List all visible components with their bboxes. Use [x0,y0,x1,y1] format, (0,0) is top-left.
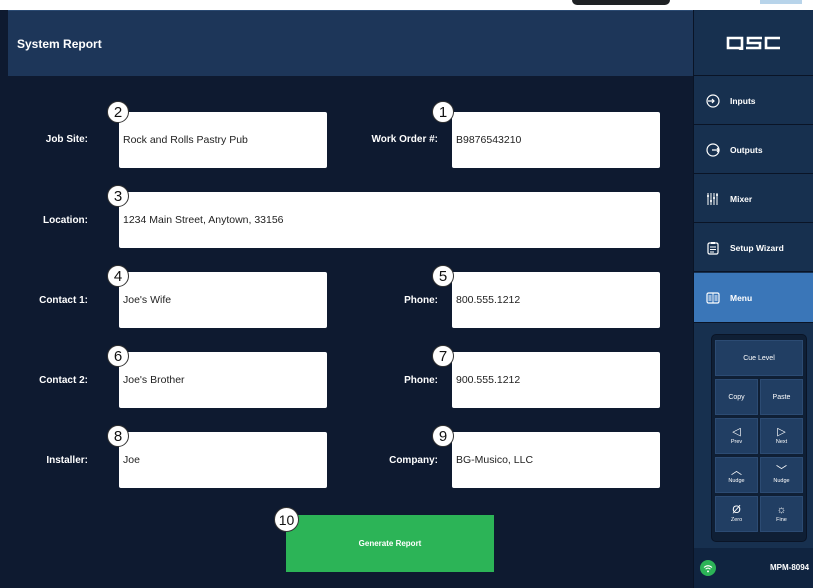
paste-label: Paste [772,393,791,401]
phone-1-label: Phone: [404,295,438,306]
zero-label: Zero [730,517,743,523]
nudge-down-label: Nudge [773,478,790,484]
installer-label: Installer: [46,455,88,466]
phone-1-field[interactable]: 800.555.1212 [452,272,660,328]
device-name: MPM-8094 [770,563,810,572]
zero-button[interactable]: Ø Zero [715,496,758,532]
qsc-logo-mark [726,36,780,50]
prev-button[interactable]: ◁ Prev [715,418,758,454]
chevron-up-icon: ︿ [731,465,742,477]
contact-1-field[interactable]: Joe's Wife [119,272,327,328]
badge-2: 2 [107,101,129,123]
cue-level-label: Cue Level [743,354,775,362]
input-icon [706,93,720,108]
output-icon [706,142,720,157]
fine-button[interactable]: ☼ Fine [760,496,803,532]
wifi-icon [700,560,716,576]
status-bar: MPM-8094 [694,548,813,588]
control-keypad: Cue Level Copy Paste ◁ Prev ▷ Next ︿ Nud… [711,334,807,542]
triangle-left-icon: ◁ [732,426,741,438]
next-label: Next [775,439,788,445]
qsc-logo [694,10,813,76]
gear-icon: ☼ [776,504,787,516]
work-order-field[interactable]: B9876543210 [452,112,660,168]
contact-2-label: Contact 2: [39,375,88,386]
sidebar-item-label: Inputs [730,95,756,106]
badge-4: 4 [107,265,129,287]
menu-icon [706,291,720,305]
nudge-up-button[interactable]: ︿ Nudge [715,457,758,493]
badge-9: 9 [432,425,454,447]
copy-label: Copy [728,393,745,401]
clipboard-icon [706,241,720,255]
top-handle [572,0,670,5]
paste-button[interactable]: Paste [760,379,803,415]
nudge-down-button[interactable]: ﹀ Nudge [760,457,803,493]
contact-1-label: Contact 1: [39,295,88,306]
sidebar-item-inputs[interactable]: Inputs [694,77,813,125]
badge-7: 7 [432,345,454,367]
badge-8: 8 [107,425,129,447]
sidebar-item-outputs[interactable]: Outputs [694,126,813,174]
page-title: System Report [17,37,102,51]
fine-label: Fine [776,517,787,523]
job-site-field[interactable]: Rock and Rolls Pastry Pub [119,112,327,168]
sidebar-item-setup-wizard[interactable]: Setup Wizard [694,224,813,272]
badge-3: 3 [107,185,129,207]
sidebar: Inputs Outputs Mixer Setup Wizard Menu C… [693,10,813,588]
sidebar-item-menu[interactable]: Menu [694,273,813,323]
company-label: Company: [389,455,438,466]
chevron-down-icon: ﹀ [776,465,787,477]
job-site-label: Job Site: [45,134,88,145]
company-field[interactable]: BG-Musico, LLC [452,432,660,488]
sidebar-item-label: Outputs [730,144,763,155]
top-status-strip [0,0,813,10]
prev-label: Prev [730,439,743,445]
work-order-label: Work Order #: [371,134,439,145]
nudge-up-label: Nudge [728,478,745,484]
location-label: Location: [43,215,88,226]
sidebar-item-label: Mixer [730,193,753,204]
top-indicator [760,0,802,4]
next-button[interactable]: ▷ Next [760,418,803,454]
badge-6: 6 [107,345,129,367]
badge-5: 5 [432,265,454,287]
triangle-right-icon: ▷ [777,426,786,438]
generate-report-button[interactable]: Generate Report [286,515,494,572]
mixer-icon [706,192,720,206]
sidebar-item-label: Menu [730,292,753,303]
null-icon: Ø [732,504,741,516]
sidebar-item-label: Setup Wizard [730,242,784,253]
badge-10: 10 [274,507,299,532]
badge-1: 1 [432,101,454,123]
contact-2-field[interactable]: Joe's Brother [119,352,327,408]
installer-field[interactable]: Joe [119,432,327,488]
sidebar-item-mixer[interactable]: Mixer [694,175,813,223]
cue-level-button[interactable]: Cue Level [715,340,803,376]
page-header: System Report [8,10,693,76]
phone-2-label: Phone: [404,375,438,386]
phone-2-field[interactable]: 900.555.1212 [452,352,660,408]
copy-button[interactable]: Copy [715,379,758,415]
location-field[interactable]: 1234 Main Street, Anytown, 33156 [119,192,660,248]
